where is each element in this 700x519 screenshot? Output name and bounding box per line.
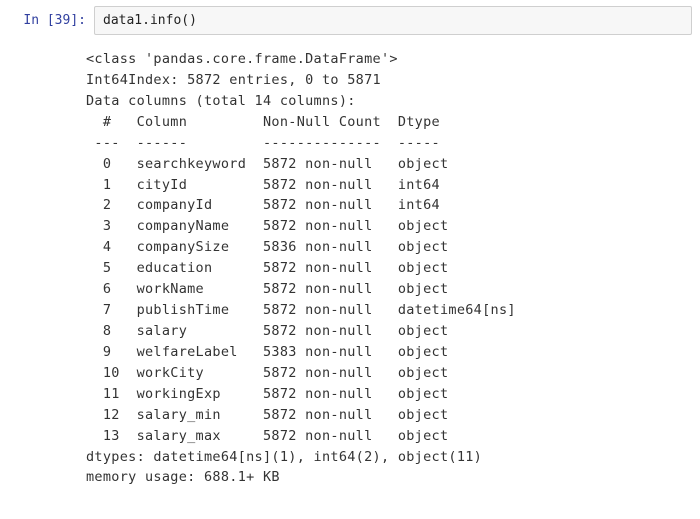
output-area: <class 'pandas.core.frame.DataFrame'> In… (86, 45, 692, 488)
code-text: data1.info() (103, 13, 197, 28)
exec-count: [39]: (47, 13, 86, 28)
in-label: In (23, 13, 46, 28)
output-cell: <class 'pandas.core.frame.DataFrame'> In… (0, 45, 700, 498)
code-input[interactable]: data1.info() (94, 6, 692, 35)
input-prompt: In [39]: (8, 6, 94, 35)
output-prompt (8, 45, 86, 488)
input-cell: In [39]: data1.info() (0, 0, 700, 45)
